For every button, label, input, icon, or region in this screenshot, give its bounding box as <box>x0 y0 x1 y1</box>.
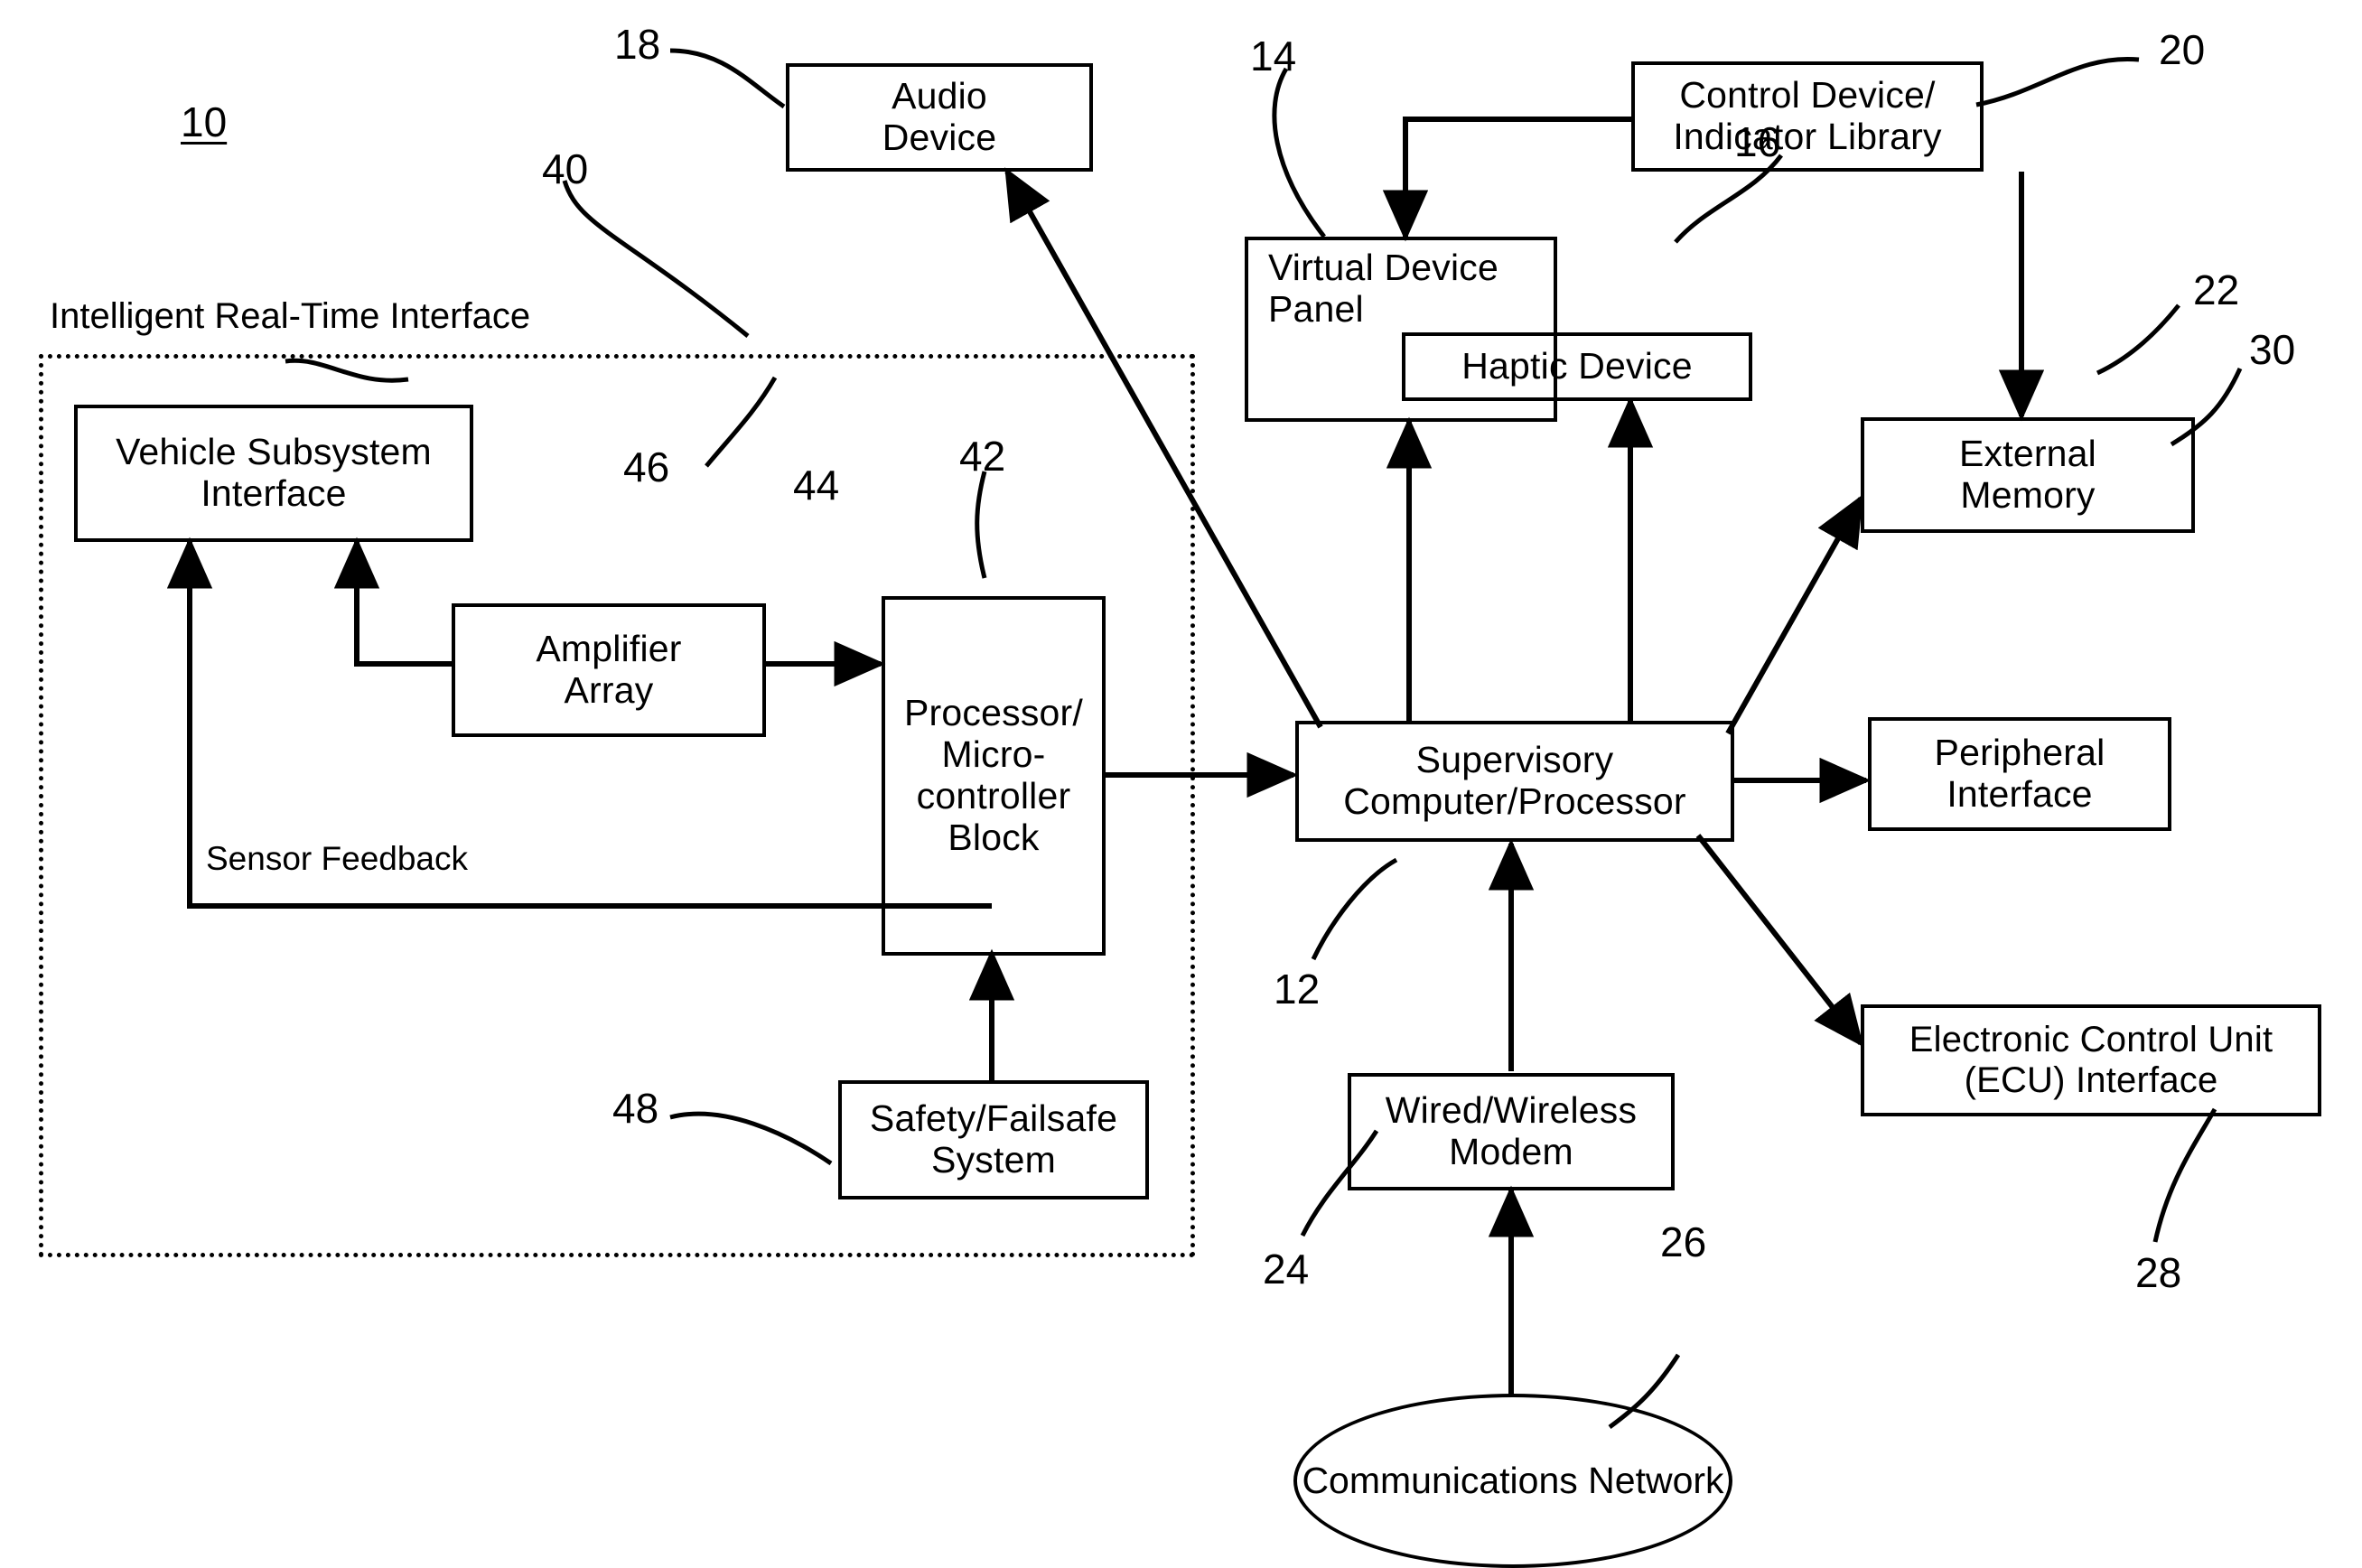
node-haptic-device[interactable]: Haptic Device <box>1402 332 1752 401</box>
ref-number-22: 22 <box>2193 266 2240 313</box>
node-communications-network-label: Communications Network <box>1302 1460 1724 1502</box>
ref-number-44: 44 <box>793 462 840 509</box>
node-audio-device-label: Audio Device <box>882 75 997 158</box>
leader-12 <box>1311 857 1398 961</box>
node-supervisory-computer-label: Supervisory Computer/Processor <box>1343 739 1686 822</box>
leader-22 <box>2096 303 2180 376</box>
ref-number-48: 48 <box>612 1085 659 1132</box>
node-external-memory[interactable]: External Memory <box>1861 417 2195 533</box>
node-virtual-device-panel-label: Virtual Device Panel <box>1268 247 1498 330</box>
leader-18 <box>669 48 786 109</box>
node-amplifier-array[interactable]: Amplifier Array <box>452 603 766 737</box>
ref-number-46: 46 <box>623 443 670 490</box>
ref-number-12: 12 <box>1274 966 1321 1013</box>
ref-number-20: 20 <box>2159 26 2206 73</box>
leader-14 <box>1272 67 1326 238</box>
ref-number-42: 42 <box>959 433 1006 480</box>
node-supervisory-computer[interactable]: Supervisory Computer/Processor <box>1295 721 1734 842</box>
ref-number-28: 28 <box>2135 1249 2182 1296</box>
node-haptic-device-label: Haptic Device <box>1461 345 1693 387</box>
ref-number-14: 14 <box>1250 33 1297 79</box>
ref-number-40: 40 <box>542 145 589 192</box>
node-peripheral-interface[interactable]: Peripheral Interface <box>1868 717 2171 831</box>
node-wired-wireless-modem[interactable]: Wired/Wireless Modem <box>1348 1073 1675 1190</box>
sensor-feedback-label: Sensor Feedback <box>206 840 469 877</box>
node-audio-device[interactable]: Audio Device <box>786 63 1093 172</box>
node-safety-failsafe-system-label: Safety/Failsafe System <box>869 1097 1118 1181</box>
node-peripheral-interface-label: Peripheral Interface <box>1934 732 2105 815</box>
ref-number-16: 16 <box>1734 118 1781 165</box>
node-vehicle-subsystem-interface[interactable]: Vehicle Subsystem Interface <box>74 405 473 542</box>
node-control-device-indicator-library[interactable]: Control Device/ Indicator Library <box>1631 61 1984 172</box>
node-communications-network[interactable]: Communications Network <box>1293 1394 1732 1568</box>
leader-40 <box>562 180 750 338</box>
patent-figure-canvas: Intelligent Real-Time Interface 10 40 18… <box>0 0 2362 1568</box>
ref-number-24: 24 <box>1263 1246 1310 1293</box>
node-ecu-interface-label: Electronic Control Unit (ECU) Interface <box>1909 1020 2273 1100</box>
ref-number-30: 30 <box>2249 326 2296 373</box>
ref-number-10: 10 <box>181 98 228 145</box>
node-processor-microcontroller-block-label: Processor/ Micro- controller Block <box>904 692 1083 858</box>
edge-supervisory-to-ecu <box>1695 834 1864 1048</box>
node-external-memory-label: External Memory <box>1958 433 2096 516</box>
edge-library-to-virtual-panel <box>1382 117 1633 242</box>
node-safety-failsafe-system[interactable]: Safety/Failsafe System <box>838 1080 1149 1199</box>
intelligent-real-time-interface-label: Intelligent Real-Time Interface <box>50 296 531 336</box>
ref-number-26: 26 <box>1660 1218 1707 1265</box>
ref-number-18: 18 <box>614 21 661 68</box>
node-wired-wireless-modem-label: Wired/Wireless Modem <box>1385 1089 1638 1172</box>
node-vehicle-subsystem-interface-label: Vehicle Subsystem Interface <box>116 431 432 514</box>
leader-20 <box>1975 56 2140 107</box>
node-ecu-interface[interactable]: Electronic Control Unit (ECU) Interface <box>1861 1004 2321 1116</box>
node-control-device-indicator-library-label: Control Device/ Indicator Library <box>1673 74 1942 157</box>
node-processor-microcontroller-block[interactable]: Processor/ Micro- controller Block <box>882 596 1106 956</box>
leader-28 <box>2152 1107 2217 1243</box>
edge-supervisory-to-external-memory <box>1725 494 1863 735</box>
node-amplifier-array-label: Amplifier Array <box>536 628 682 711</box>
